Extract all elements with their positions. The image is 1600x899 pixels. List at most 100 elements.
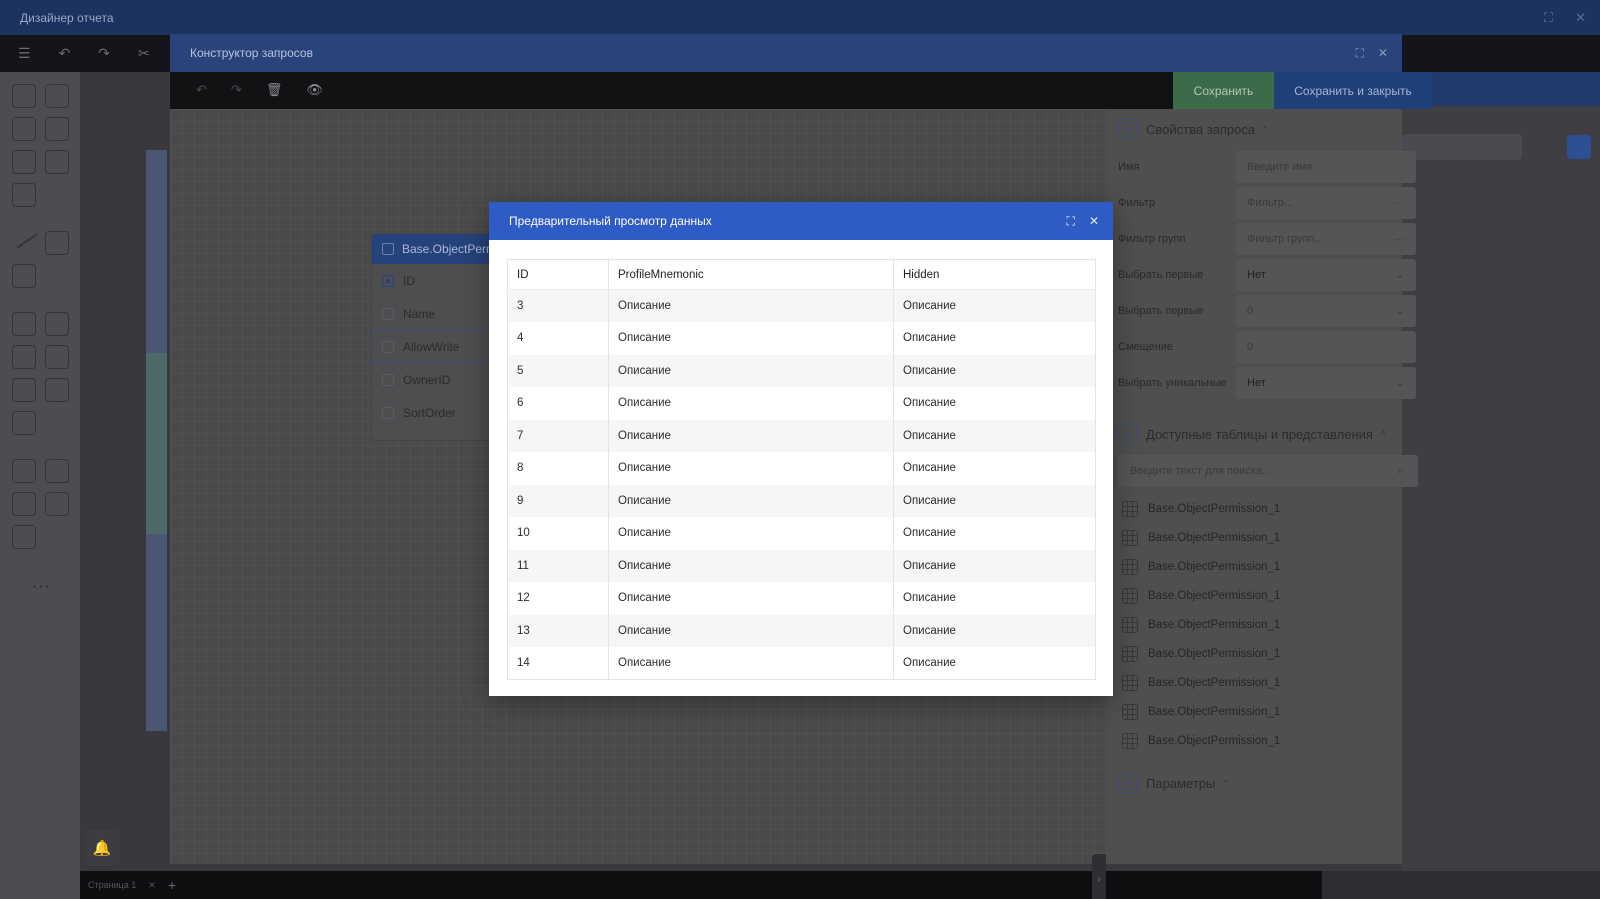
query-properties-header[interactable]: ◎ Свойства запроса ^ — [1118, 119, 1267, 139]
table-row[interactable]: 8 Описание Описание — [507, 452, 1096, 485]
textbox-tool-icon[interactable] — [45, 84, 69, 108]
list-item[interactable]: Base.ObjectPermission_1 — [1122, 559, 1280, 575]
field-checkbox[interactable] — [382, 274, 394, 287]
bell-icon[interactable]: 🔔 — [84, 830, 120, 866]
field-checkbox[interactable] — [382, 373, 394, 386]
scissors-icon[interactable]: ✂ — [138, 45, 150, 62]
rating-tool-icon[interactable] — [45, 378, 69, 402]
info-tool-icon[interactable] — [45, 459, 69, 483]
image-tool-icon[interactable] — [12, 183, 36, 207]
trash-icon[interactable]: 🗑 — [266, 82, 283, 98]
close-icon[interactable]: ✕ — [148, 880, 156, 891]
more-tools-icon[interactable]: ··· — [32, 578, 51, 596]
property-field[interactable]: Фильтр... ··· — [1236, 187, 1416, 219]
property-field[interactable]: Введите имя — [1236, 151, 1416, 183]
split-tool-icon[interactable] — [45, 492, 69, 516]
list-item[interactable]: Base.ObjectPermission_1 — [1122, 588, 1280, 604]
table-cell: Описание — [893, 354, 1096, 387]
save-and-close-button[interactable]: Сохранить и закрыть — [1274, 72, 1432, 109]
shape-tool-icon[interactable] — [45, 231, 69, 255]
table-row[interactable]: 11 Описание Описание — [507, 549, 1096, 582]
line-tool-icon[interactable] — [10, 225, 38, 249]
eye-icon[interactable]: 👁 — [306, 82, 323, 98]
table-name: Base.ObjectPermission_1 — [1148, 619, 1281, 631]
table-row[interactable]: 13 Описание Описание — [507, 614, 1096, 647]
table-row[interactable]: 14 Описание Описание — [507, 647, 1096, 680]
bookmark-tool-icon[interactable] — [45, 117, 69, 141]
database-tool-icon[interactable] — [12, 525, 36, 549]
collapse-panel-handle[interactable]: › — [1092, 854, 1106, 899]
column-header[interactable]: Hidden — [893, 259, 1096, 290]
list-tool-icon[interactable] — [12, 492, 36, 516]
data-preview-header: Предварительный просмотр данных ⛶ ✕ — [489, 202, 1113, 240]
list-item[interactable]: Base.ObjectPermission_1 — [1122, 704, 1280, 720]
table-row[interactable]: 5 Описание Описание — [507, 354, 1096, 387]
property-row: Фильтр групп Фильтр групп... ··· — [1118, 223, 1418, 255]
property-field[interactable]: Нет ⌄ — [1236, 259, 1416, 291]
chevron-down-icon[interactable]: ⌄ — [1396, 270, 1404, 281]
panel-tool-icon[interactable] — [45, 150, 69, 174]
select-all-checkbox[interactable] — [382, 243, 394, 255]
search-icon[interactable]: ⌕ — [1398, 465, 1404, 478]
band-tool-icon[interactable] — [12, 459, 36, 483]
column-header[interactable]: ID — [507, 259, 609, 290]
report-band-strip — [146, 150, 167, 731]
table-row[interactable]: 9 Описание Описание — [507, 484, 1096, 517]
property-field[interactable]: Фильтр групп... ··· — [1236, 223, 1416, 255]
add-page-icon[interactable]: + — [168, 877, 176, 893]
property-field[interactable]: 0 — [1236, 331, 1416, 363]
text-tool-icon[interactable] — [12, 84, 36, 108]
property-field[interactable]: 0 ⌄ — [1236, 295, 1416, 327]
signature-tool-icon[interactable] — [12, 411, 36, 435]
page-tab-1[interactable]: Страница 1 — [88, 880, 136, 890]
sparkline-tool-icon[interactable] — [12, 345, 36, 369]
ellipsis-icon[interactable]: ··· — [1394, 198, 1404, 209]
chevron-down-icon[interactable]: ⌄ — [1396, 306, 1404, 317]
undo-icon[interactable]: ↶ — [196, 82, 207, 98]
column-header[interactable]: ProfileMnemonic — [608, 259, 894, 290]
table-tool-icon[interactable] — [12, 150, 36, 174]
tables-search-input[interactable]: Введите текст для поиска... ⌕ — [1118, 455, 1418, 487]
save-button[interactable]: Сохранить — [1173, 72, 1274, 109]
list-item[interactable]: Base.ObjectPermission_1 — [1122, 646, 1280, 662]
parameters-header[interactable]: ◎ Параметры ^ — [1118, 773, 1228, 793]
close-icon[interactable]: ✕ — [1089, 214, 1099, 229]
maximize-icon[interactable]: ⛶ — [1544, 10, 1553, 26]
barcode-tool-icon[interactable] — [12, 264, 36, 288]
available-tables-header[interactable]: ◎ Доступные таблицы и представления ^ — [1118, 424, 1385, 444]
field-checkbox[interactable] — [382, 307, 394, 320]
undo-icon[interactable]: ↶ — [59, 45, 71, 62]
page-tabs: Страница 1 ✕ + — [80, 871, 1322, 899]
redo-icon[interactable]: ↷ — [98, 45, 110, 62]
table-row[interactable]: 12 Описание Описание — [507, 582, 1096, 615]
maximize-icon[interactable]: ⛶ — [1067, 214, 1075, 229]
ellipsis-icon[interactable]: ··· — [1394, 234, 1404, 245]
rich-text-tool-icon[interactable] — [12, 117, 36, 141]
gauge-tool-icon[interactable] — [45, 312, 69, 336]
redo-icon[interactable]: ↷ — [231, 82, 242, 98]
sum-tool-icon[interactable] — [45, 345, 69, 369]
property-field[interactable]: Нет ⌄ — [1236, 367, 1416, 399]
table-cell: 12 — [507, 582, 609, 615]
close-icon[interactable]: ✕ — [1575, 10, 1586, 26]
table-row[interactable]: 6 Описание Описание — [507, 387, 1096, 420]
list-item[interactable]: Base.ObjectPermission_1 — [1122, 733, 1280, 749]
chevron-down-icon[interactable]: ⌄ — [1396, 378, 1404, 389]
list-item[interactable]: Base.ObjectPermission_1 — [1122, 501, 1280, 517]
close-icon[interactable]: ✕ — [1378, 46, 1388, 61]
field-checkbox[interactable] — [382, 406, 394, 419]
chart-tool-icon[interactable] — [12, 312, 36, 336]
maximize-icon[interactable]: ⛶ — [1356, 46, 1364, 61]
table-row[interactable]: 10 Описание Описание — [507, 517, 1096, 550]
app-right-dropdown[interactable] — [1402, 134, 1522, 160]
list-item[interactable]: Base.ObjectPermission_1 — [1122, 530, 1280, 546]
table-row[interactable]: 3 Описание Описание — [507, 289, 1096, 322]
table-row[interactable]: 4 Описание Описание — [507, 322, 1096, 355]
menu-icon[interactable]: ☰ — [18, 45, 31, 62]
list-item[interactable]: Base.ObjectPermission_1 — [1122, 617, 1280, 633]
table-row[interactable]: 7 Описание Описание — [507, 419, 1096, 452]
search-icon[interactable] — [1567, 135, 1591, 159]
field-checkbox[interactable] — [382, 340, 394, 353]
clipboard-tool-icon[interactable] — [12, 378, 36, 402]
list-item[interactable]: Base.ObjectPermission_1 — [1122, 675, 1280, 691]
